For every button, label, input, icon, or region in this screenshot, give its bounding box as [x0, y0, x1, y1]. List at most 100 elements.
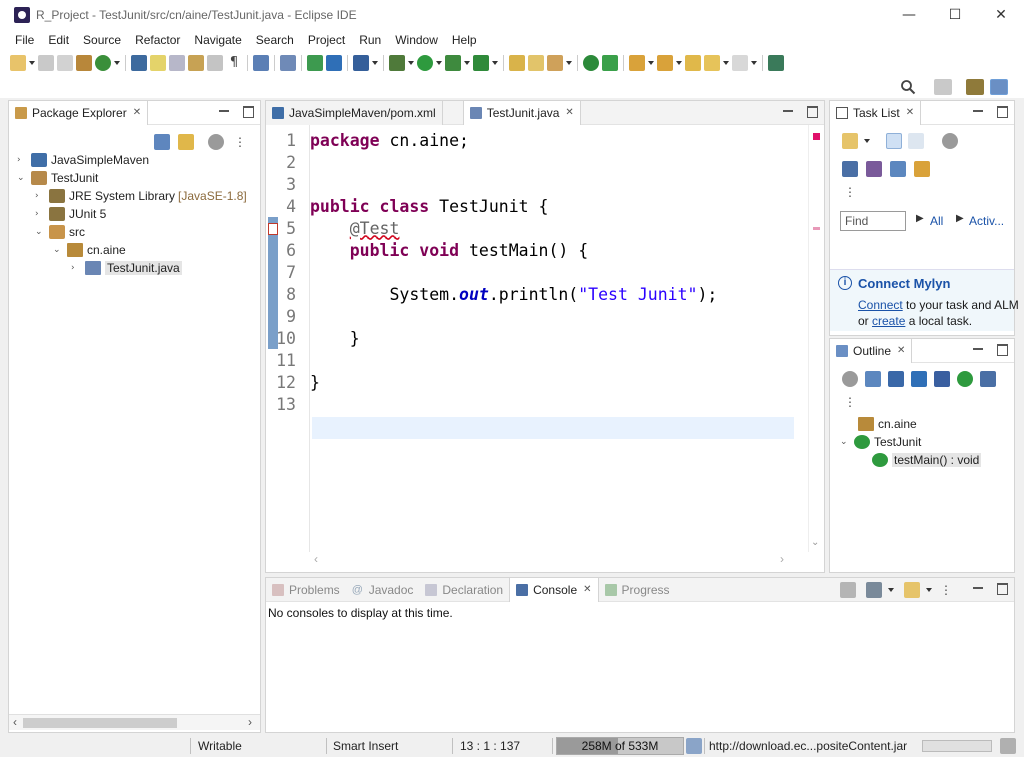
menu-source[interactable]: Source [76, 33, 128, 47]
tree-item-jre-library[interactable]: › JRE System Library [JavaSE-1.8] [35, 187, 247, 205]
minimize-button[interactable]: — [886, 0, 932, 30]
scroll-left-icon[interactable]: ‹ [13, 715, 17, 729]
view-menu-icon[interactable]: ⋮ [844, 395, 856, 409]
collapse-arrow-icon[interactable]: ⌄ [840, 437, 850, 447]
focus-on-workweek-icon[interactable] [942, 133, 958, 149]
scroll-right-icon[interactable]: › [248, 715, 252, 729]
collapse-all-icon[interactable] [865, 371, 881, 387]
menu-edit[interactable]: Edit [41, 33, 76, 47]
collapse-arrow-icon[interactable]: ⌄ [35, 227, 45, 237]
error-overview-icon[interactable] [813, 133, 820, 140]
back-dropdown-icon[interactable] [723, 55, 729, 71]
categorized-icon[interactable] [886, 133, 902, 149]
maximize-panel-icon[interactable] [996, 582, 1008, 595]
tab-progress[interactable]: Progress [599, 578, 676, 602]
maximize-button[interactable]: ☐ [932, 0, 978, 30]
new-task-icon[interactable] [842, 133, 858, 149]
monitor-icon[interactable] [307, 55, 323, 71]
link-with-editor-icon[interactable] [178, 134, 194, 150]
menu-search[interactable]: Search [249, 33, 301, 47]
pin-editor-icon[interactable] [768, 55, 784, 71]
expand-arrow-icon[interactable]: › [71, 263, 81, 273]
maximize-panel-icon[interactable] [806, 105, 818, 118]
code-editor[interactable]: 1 package cn.aine; 2 3 4 public class Test… [266, 125, 824, 552]
menu-refactor[interactable]: Refactor [128, 33, 187, 47]
minimize-panel-icon[interactable] [972, 105, 984, 117]
forward-dropdown-icon[interactable] [751, 55, 757, 71]
tag-icon[interactable] [547, 55, 563, 71]
tab-problems[interactable]: Problems [266, 578, 346, 602]
build-icon[interactable] [76, 55, 92, 71]
collapse-all-icon[interactable] [154, 134, 170, 150]
focus-task-icon[interactable] [208, 134, 224, 150]
progress-view-icon[interactable] [1000, 738, 1016, 754]
home-dropdown-icon[interactable] [372, 55, 378, 71]
tab-task-list[interactable]: Task List ✕ [830, 100, 922, 125]
display-console-dropdown-icon[interactable] [888, 582, 894, 598]
minimize-panel-icon[interactable] [218, 105, 230, 117]
tag-dropdown-icon[interactable] [566, 55, 572, 71]
tab-testjunit-java[interactable]: TestJunit.java ✕ [462, 100, 581, 125]
synchronize-icon[interactable] [914, 161, 930, 177]
close-icon[interactable]: ✕ [565, 107, 573, 118]
maximize-panel-icon[interactable] [996, 105, 1008, 118]
hide-fields-icon[interactable] [911, 371, 927, 387]
java-perspective-icon[interactable] [990, 79, 1008, 95]
home-icon[interactable] [353, 55, 369, 71]
close-icon[interactable]: ✕ [133, 107, 141, 118]
back-icon[interactable] [704, 55, 720, 71]
heap-status[interactable]: 258M of 533M [556, 737, 684, 755]
scroll-right-icon[interactable]: › [780, 552, 784, 566]
server-icon[interactable] [583, 55, 599, 71]
terminal-icon[interactable] [253, 55, 269, 71]
close-icon[interactable]: ✕ [583, 584, 591, 595]
insert-mode-status[interactable]: Smart Insert [333, 735, 398, 757]
hide-non-public-icon[interactable] [957, 371, 973, 387]
new-icon[interactable] [10, 55, 26, 71]
open-type-icon[interactable] [131, 55, 147, 71]
font-size-icon[interactable] [326, 55, 342, 71]
expand-arrow-icon[interactable]: › [17, 155, 27, 165]
collapse-arrow-icon[interactable]: ⌄ [17, 173, 27, 183]
search-icon[interactable] [900, 79, 916, 95]
scheduled-icon[interactable] [908, 133, 924, 149]
editor-horizontal-scrollbar[interactable]: ‹ › [266, 552, 824, 568]
stop-icon[interactable] [602, 55, 618, 71]
filter-activate-link[interactable]: Activ... [969, 214, 1004, 228]
menu-navigate[interactable]: Navigate [187, 33, 248, 47]
hide-local-types-icon[interactable] [980, 371, 996, 387]
external-tools-icon[interactable] [473, 55, 489, 71]
new-task-dropdown-icon[interactable] [864, 133, 870, 149]
hide-completed-icon[interactable] [842, 161, 858, 177]
last-edit-icon[interactable] [685, 55, 701, 71]
debug-dropdown-icon[interactable] [408, 55, 414, 71]
tree-item-javasimplemaven[interactable]: › JavaSimpleMaven [17, 151, 149, 169]
view-menu-icon[interactable]: ⋮ [844, 185, 856, 199]
connect-link[interactable]: Connect [858, 298, 903, 312]
open-console-icon[interactable] [904, 582, 920, 598]
tab-javadoc[interactable]: @ Javadoc [346, 578, 420, 602]
tab-pom-xml[interactable]: JavaSimpleMaven/pom.xml [266, 100, 443, 125]
outline-item-class[interactable]: ⌄ TestJunit [840, 433, 921, 451]
new-dropdown-icon[interactable] [29, 55, 35, 71]
garbage-collect-icon[interactable] [686, 738, 702, 754]
horizontal-scrollbar[interactable]: ‹ › [9, 714, 260, 730]
collapse-all-icon[interactable] [890, 161, 906, 177]
menu-file[interactable]: File [8, 33, 41, 47]
previous-annotation-icon[interactable] [657, 55, 673, 71]
close-icon[interactable]: ✕ [906, 107, 914, 118]
display-console-icon[interactable] [866, 582, 882, 598]
previous-annotation-dropdown-icon[interactable] [676, 55, 682, 71]
maximize-panel-icon[interactable] [242, 105, 254, 118]
focus-icon[interactable] [842, 371, 858, 387]
next-annotation-icon[interactable] [629, 55, 645, 71]
open-file-icon[interactable] [528, 55, 544, 71]
coverage-dropdown-icon[interactable] [464, 55, 470, 71]
tree-item-testjunit[interactable]: ⌄ TestJunit [17, 169, 98, 187]
tab-package-explorer[interactable]: Package Explorer ✕ [9, 100, 149, 125]
open-task-icon[interactable] [188, 55, 204, 71]
new-java-dropdown-icon[interactable] [114, 55, 120, 71]
expand-arrow-icon[interactable]: › [35, 191, 45, 201]
hide-static-icon[interactable] [934, 371, 950, 387]
highlight-occurrences-icon[interactable] [150, 55, 166, 71]
